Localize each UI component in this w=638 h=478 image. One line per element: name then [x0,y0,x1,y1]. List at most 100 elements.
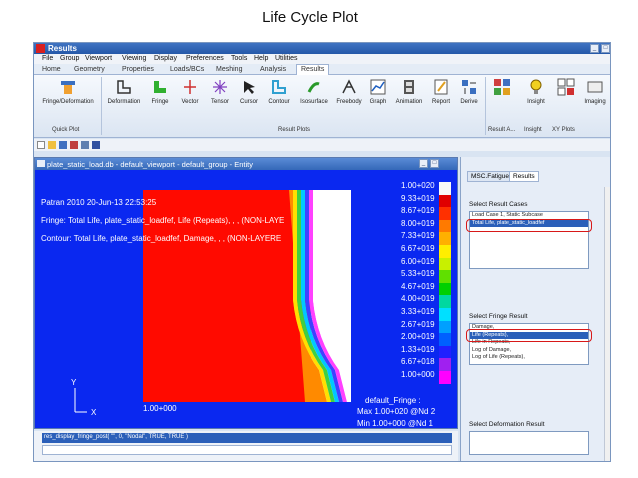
tab-msc-fatigue[interactable]: MSC.Fatigue [467,171,513,182]
report-button[interactable]: Report [428,78,454,122]
command-history[interactable]: res_display_fringe_post( "", 0, "Nodal",… [42,433,452,443]
node-value-label: 1.00+000 [143,404,177,413]
tab-results[interactable]: Results [296,64,330,75]
timestamp-annotation: Patran 2010 20-Jun-13 22:53:25 [41,198,157,207]
new-file-icon[interactable] [37,141,45,149]
legend-swatch [439,345,451,359]
legend-value: 4.67+019 [401,281,435,291]
tab-properties[interactable]: Properties [122,66,154,73]
isosurface-icon [307,82,320,93]
tab-meshing[interactable]: Meshing [216,66,242,73]
tab-analysis[interactable]: Analysis [260,66,286,73]
result-actions-button[interactable] [488,78,516,122]
imaging-button[interactable]: Imaging [580,78,610,122]
legend-swatch [439,194,451,208]
legend-swatch [439,219,451,233]
legend-value: 9.33+019 [401,193,435,203]
viewport-maximize-button[interactable]: □ [430,159,439,168]
legend-value: 1.00+000 [401,370,435,379]
menu-group[interactable]: Group [60,55,79,62]
viewport-icon [37,160,45,167]
legend-value: 1.33+019 [401,344,435,354]
command-input[interactable] [42,445,452,455]
deformation-result-label: Select Deformation Result [469,421,545,428]
derive-button[interactable]: Derive [456,78,482,122]
contour-button[interactable]: Contour [264,78,294,122]
open-file-icon[interactable] [48,141,56,149]
legend-swatch [439,333,451,346]
menu-tools[interactable]: Tools [231,55,247,62]
legend-swatch [439,308,451,321]
list-item[interactable]: Log of Life (Repeats), [470,354,588,362]
legend-value: 5.33+019 [401,269,435,279]
result-cases-label: Select Result Cases [469,201,528,208]
isosurface-button[interactable]: Isosurface [296,78,332,122]
legend-value: 1.00+020 [401,181,435,190]
group-quick-plot: Quick Plot [52,127,80,133]
legend-swatch [439,320,451,334]
highlight-ring [466,329,592,342]
viewport-title: plate_static_load.db - default_viewport … [47,160,253,169]
viewport-panel: plate_static_load.db - default_viewport … [34,157,458,429]
tab-results-panel[interactable]: Results [509,171,539,182]
tab-geometry[interactable]: Geometry [74,66,105,73]
tensor-icon [213,80,227,94]
maximize-button[interactable]: □ [601,44,610,53]
tab-home[interactable]: Home [42,66,61,73]
report-icon [434,79,448,95]
fringe-button[interactable]: Fringe [146,78,174,122]
window-title: Results [48,44,77,53]
freebody-icon [342,79,356,94]
menu-help[interactable]: Help [254,55,268,62]
save-icon[interactable] [59,141,67,149]
freebody-button[interactable]: Freebody [334,78,364,122]
viewport-minimize-button[interactable]: _ [419,159,428,168]
tensor-button[interactable]: Tensor [206,78,234,122]
command-area: res_display_fringe_post( "", 0, "Nodal",… [34,431,458,461]
deformation-result-list[interactable] [469,431,589,455]
menu-viewing[interactable]: Viewing [122,55,146,62]
tools-icon[interactable] [70,141,78,149]
menu-viewport[interactable]: Viewport [85,55,112,62]
xy-plot-icon [557,78,575,96]
legend-value: 7.33+019 [401,231,435,241]
legend-value: 6.67+018 [401,357,435,367]
legend-swatch [439,182,451,195]
legend-swatch [439,270,451,283]
list-item[interactable]: Log of Damage, [470,347,588,355]
xy-plots-button[interactable] [554,78,578,122]
graph-button[interactable]: Graph [366,78,390,122]
menu-display[interactable]: Display [154,55,177,62]
fringe-legend [439,182,451,384]
group-insight: Insight [524,127,542,133]
insight-button[interactable]: Insight [522,78,550,122]
model-canvas[interactable]: Patran 2010 20-Jun-13 22:53:25 Fringe: T… [35,170,457,430]
group-result-plots: Result Plots [278,127,311,133]
app-logo-icon [36,44,45,53]
imaging-icon [587,81,603,93]
group-result-actions: Result A... [488,127,516,133]
menu-preferences[interactable]: Preferences [186,55,224,62]
result-actions-icon [494,79,510,95]
legend-swatch [439,257,451,271]
max-label: Max 1.00+020 @Nd 2 [357,407,436,416]
menu-utilities[interactable]: Utilities [275,55,298,62]
cursor-button[interactable]: Cursor [236,78,262,122]
animation-button[interactable]: Animation [392,78,426,122]
view-icon[interactable] [92,141,100,149]
cursor-icon [244,81,255,94]
legend-value: 2.00+019 [401,332,435,342]
group-xy-plots: XY Plots [552,127,575,133]
tab-loads-bcs[interactable]: Loads/BCs [170,66,204,73]
axis-y-label: Y [71,378,77,387]
results-properties-panel: MSC.Fatigue Results Select Result Cases … [460,157,610,461]
panel-scrollbar[interactable] [604,187,610,461]
vector-button[interactable]: Vector [176,78,204,122]
minimize-button[interactable]: _ [590,44,599,53]
fringe-deformation-button[interactable]: Fringe/Deformation [38,78,98,122]
menu-file[interactable]: File [42,55,53,62]
undo-icon[interactable] [81,141,89,149]
deformation-button[interactable]: Deformation [104,78,144,122]
legend-value: 6.00+019 [401,256,435,266]
ribbon-toolbar: Fringe/Deformation Deformation Fringe Ve… [34,75,610,138]
